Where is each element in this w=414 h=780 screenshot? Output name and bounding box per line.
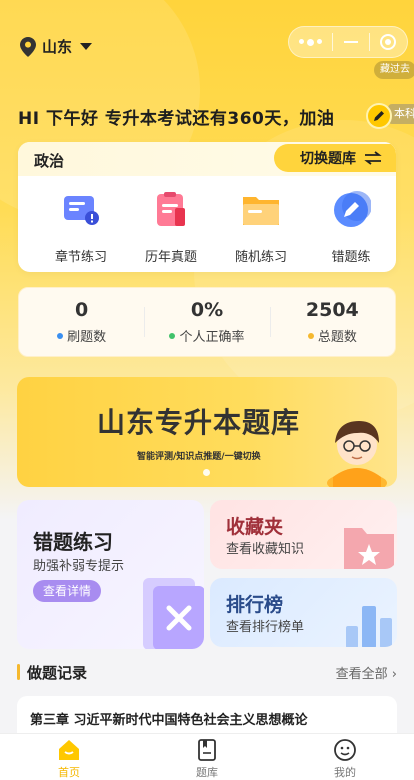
carousel-indicator xyxy=(203,469,210,476)
tool-label: 历年真题 xyxy=(144,250,197,265)
tab-label: 我的 xyxy=(334,766,356,779)
minimize-icon[interactable] xyxy=(333,41,368,43)
tool-row: 章节练习 历年真题 随机练习 错题练 xyxy=(18,176,396,265)
favorites-card[interactable]: 收藏夹 查看收藏知识 xyxy=(210,500,397,569)
bar-chart-icon xyxy=(346,606,392,647)
stats-panel: 0 刷题数 0% 个人正确率 2504 总题数 xyxy=(18,287,396,357)
floating-tag[interactable]: 藏过去 xyxy=(374,61,414,79)
swap-icon xyxy=(364,151,382,165)
question-bank-icon xyxy=(198,739,216,761)
mistakes-desc: 助强补弱专提示 xyxy=(33,559,125,574)
subject-card-header: 政治 切换题库 xyxy=(18,142,396,176)
mistake-icon xyxy=(325,184,377,236)
switch-bank-button[interactable]: 切换题库 xyxy=(274,144,396,172)
random-practice-icon xyxy=(235,184,287,236)
profile-icon xyxy=(334,739,356,761)
stat-label: 总题数 xyxy=(317,330,357,345)
star-folder-icon xyxy=(344,528,394,569)
banner-subtitle: 智能评测/知识点推题/一键切换 xyxy=(137,452,261,462)
tab-question-bank[interactable]: 题库 xyxy=(138,734,276,780)
view-details-button[interactable]: 查看详情 xyxy=(33,580,102,602)
tab-profile[interactable]: 我的 xyxy=(276,734,414,780)
ranking-card[interactable]: 排行榜 查看排行榜单 xyxy=(210,578,397,647)
records-header: 做题记录 查看全部 › xyxy=(17,661,397,683)
stat-total[interactable]: 2504 总题数 xyxy=(269,299,395,345)
stat-label: 刷题数 xyxy=(67,330,107,345)
caret-down-icon xyxy=(80,43,93,50)
mistakes-title: 错题练习 xyxy=(33,530,113,554)
more-icon[interactable] xyxy=(289,38,332,46)
orange-dot-icon xyxy=(307,332,314,339)
greeting-text: HI 下午好 专升本考试还有360天，加油 xyxy=(18,109,335,129)
subject-name: 政治 xyxy=(34,152,65,170)
mistake-x-icon xyxy=(143,578,204,649)
subject-card: 政治 切换题库 章节练习 历年真题 随机练习 错题练 xyxy=(18,142,396,272)
stat-value: 0% xyxy=(190,299,224,321)
tab-home[interactable]: 首页 xyxy=(0,734,138,780)
favorites-desc: 查看收藏知识 xyxy=(226,542,305,557)
location-label: 山东 xyxy=(42,38,73,56)
green-dot-icon xyxy=(169,332,176,339)
tool-chapter-practice[interactable]: 章节练习 xyxy=(36,184,126,265)
switch-bank-label: 切换题库 xyxy=(300,151,356,167)
tool-label: 章节练习 xyxy=(54,250,107,265)
stat-value: 0 xyxy=(75,299,89,321)
edit-button[interactable] xyxy=(366,103,392,129)
tab-label: 首页 xyxy=(58,766,80,779)
bottom-tab-bar: 首页 题库 我的 xyxy=(0,733,414,780)
top-bar: 山东 藏过去 xyxy=(0,0,414,90)
tab-label: 题库 xyxy=(196,766,218,779)
chapter-icon xyxy=(55,184,107,236)
tool-mistake-practice[interactable]: 错题练 xyxy=(306,184,396,265)
ranking-desc: 查看排行榜单 xyxy=(226,620,305,635)
promo-banner[interactable]: 山东专升本题库 智能评测/知识点推题/一键切换 xyxy=(17,377,397,487)
record-title: 第三章 习近平新时代中国特色社会主义思想概论 xyxy=(30,713,308,728)
stat-accuracy[interactable]: 0% 个人正确率 xyxy=(144,299,269,345)
view-all-link[interactable]: 查看全部 › xyxy=(336,663,397,682)
stat-questions-done[interactable]: 0 刷题数 xyxy=(19,299,144,345)
home-icon xyxy=(59,740,79,760)
location-pin-icon xyxy=(20,36,36,57)
tool-label: 错题练 xyxy=(331,250,371,265)
favorites-title: 收藏夹 xyxy=(226,516,284,538)
past-exam-icon xyxy=(145,184,197,236)
tool-past-exams[interactable]: 历年真题 xyxy=(126,184,216,265)
banner-title: 山东专升本题库 xyxy=(97,406,301,439)
blue-dot-icon xyxy=(57,332,64,339)
close-icon[interactable] xyxy=(370,34,407,50)
location-selector[interactable]: 山东 xyxy=(20,36,93,57)
tool-label: 随机练习 xyxy=(234,250,287,265)
tool-random-practice[interactable]: 随机练习 xyxy=(216,184,306,265)
stat-value: 2504 xyxy=(305,299,359,321)
pencil-icon xyxy=(374,111,384,121)
ranking-title: 排行榜 xyxy=(226,594,284,616)
mini-program-capsule xyxy=(288,26,408,58)
section-accent xyxy=(17,664,20,680)
records-title: 做题记录 xyxy=(27,664,88,682)
stat-label: 个人正确率 xyxy=(179,330,245,345)
mistakes-card[interactable]: 错题练习 助强补弱专提示 查看详情 xyxy=(17,500,204,649)
student-illustration xyxy=(327,421,387,487)
